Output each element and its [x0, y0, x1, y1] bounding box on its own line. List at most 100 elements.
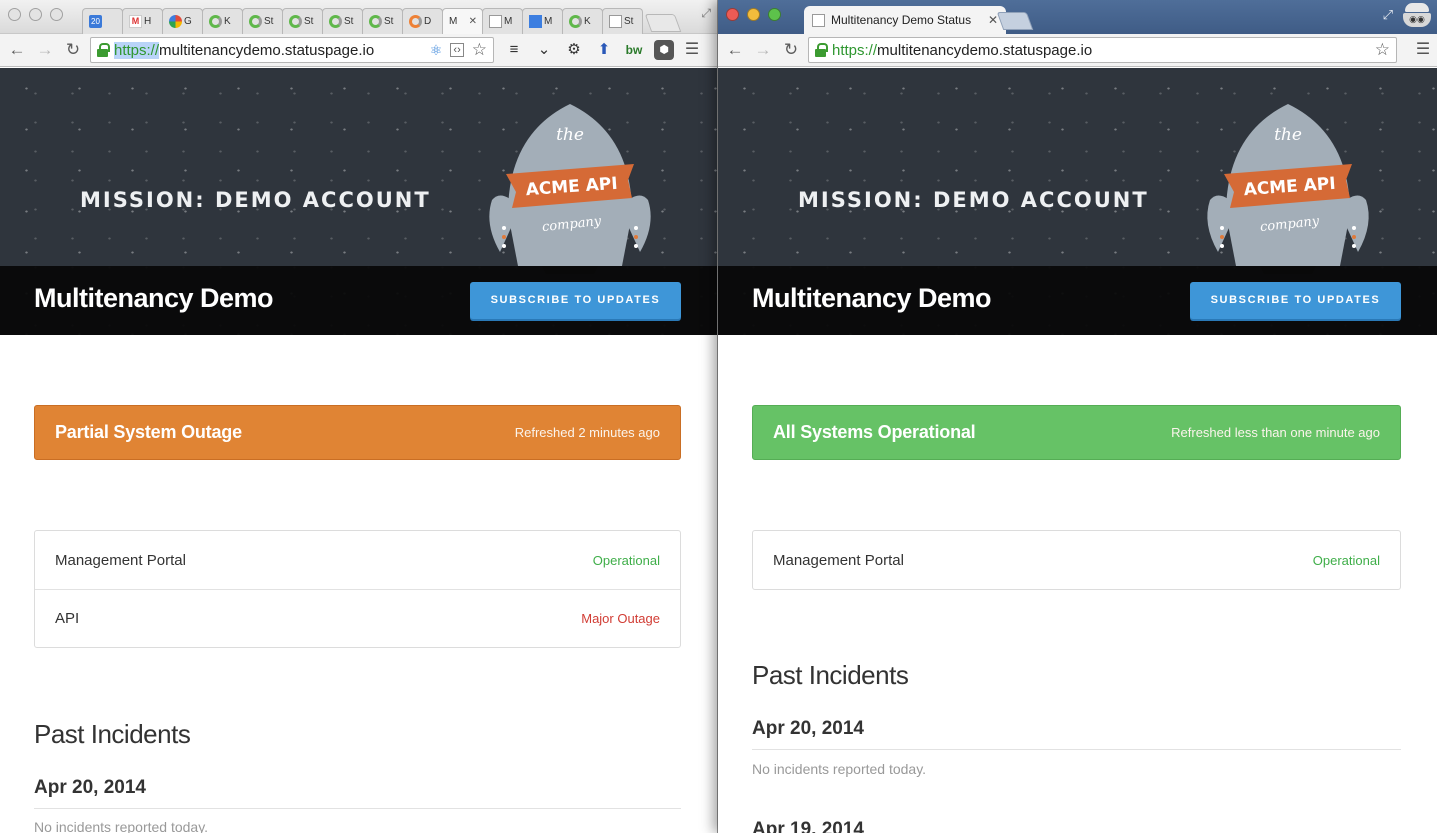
google-icon	[169, 15, 182, 28]
chrome-menu-icon[interactable]: ☰	[682, 40, 702, 60]
buffer-icon[interactable]: ≡	[504, 40, 524, 60]
lastpass-icon[interactable]: ⬆	[594, 40, 614, 60]
statuspage-icon	[249, 15, 262, 28]
fullscreen-icon[interactable]: ⤢	[1383, 7, 1393, 23]
close-window-button[interactable]	[726, 8, 739, 21]
pocket-icon[interactable]: ⌄	[534, 40, 554, 60]
component-status: Operational	[1312, 552, 1380, 568]
tab-label: G	[184, 16, 192, 27]
statuspage-icon	[289, 15, 302, 28]
tab-gmail[interactable]: MH	[122, 8, 163, 34]
back-button[interactable]: ←	[724, 39, 746, 61]
tab-active[interactable]: Multitenancy Demo Status ✕	[804, 6, 1006, 34]
page-title: Multitenancy Demo	[752, 283, 992, 313]
reload-button[interactable]: ↻	[780, 39, 802, 61]
left-browser-window: 20 MH G K St St St St D M ✕ M M K St ⤢ ← …	[0, 0, 718, 833]
new-tab-button[interactable]	[996, 12, 1034, 30]
tab-document[interactable]: M	[482, 8, 523, 34]
window-controls	[8, 8, 63, 21]
refreshed-timestamp: Refreshed 2 minutes ago	[514, 425, 660, 440]
window-controls	[726, 8, 781, 21]
gear-icon[interactable]: ⚙	[564, 40, 584, 60]
tab-list: 20 MH G K St St St St D M ✕ M M K St	[82, 8, 682, 34]
tab-label: M	[449, 16, 458, 27]
statuspage-icon	[329, 15, 342, 28]
close-window-button[interactable]	[8, 8, 21, 21]
hexagon-icon[interactable]: ⬢	[654, 40, 674, 60]
address-bar[interactable]: https://multitenancydemo.statuspage.io ☆	[808, 37, 1397, 63]
past-incidents-heading: Past Incidents	[34, 719, 191, 749]
component-row: API Major Outage	[35, 589, 680, 647]
page-title-bar: Multitenancy Demo SUBSCRIBE TO UPDATES	[718, 266, 1437, 335]
zoom-window-button[interactable]	[50, 8, 63, 21]
tab-statuspage[interactable]: K	[562, 8, 603, 34]
tab-google-docs[interactable]: M	[522, 8, 563, 34]
close-tab-icon[interactable]: ✕	[988, 13, 998, 27]
tab-label: St	[344, 16, 354, 27]
browser-toolbar: ← → ↻ https://multitenancydemo.statuspag…	[718, 34, 1437, 67]
component-row: Management Portal Operational	[753, 531, 1400, 589]
page-action-icon[interactable]: ‹›	[450, 43, 464, 57]
status-page: MISSION: DEMO ACCOUNT the ACME API compa…	[0, 68, 717, 833]
tab-statuspage[interactable]: K	[202, 8, 243, 34]
tab-statuspage[interactable]: St	[242, 8, 283, 34]
component-name: Management Portal	[773, 551, 904, 569]
forward-button[interactable]: →	[34, 39, 56, 61]
back-button[interactable]: ←	[6, 39, 28, 61]
document-icon	[489, 15, 502, 28]
tab-statuspage[interactable]: St	[282, 8, 323, 34]
url-host: multitenancydemo.statuspage.io	[159, 41, 375, 59]
document-icon	[609, 15, 622, 28]
tab-label: K	[584, 16, 591, 27]
past-incidents-heading: Past Incidents	[752, 660, 909, 690]
tab-label: St	[264, 16, 274, 27]
incognito-icon: ◉◉	[1403, 3, 1431, 27]
component-status: Major Outage	[581, 611, 660, 626]
forward-button[interactable]: →	[752, 39, 774, 61]
component-row: Management Portal Operational	[35, 531, 680, 589]
minimize-window-button[interactable]	[29, 8, 42, 21]
new-tab-button[interactable]	[644, 14, 682, 32]
tab-statuspage[interactable]: St	[362, 8, 403, 34]
tab-label: M	[504, 16, 513, 27]
tab-title: Multitenancy Demo Status	[831, 13, 972, 27]
chrome-menu-icon[interactable]: ☰	[1413, 40, 1433, 60]
statuspage-icon	[209, 15, 222, 28]
tab-google[interactable]: G	[162, 8, 203, 34]
component-status: Operational	[592, 552, 660, 568]
acme-rocket-logo: the ACME API company	[489, 104, 651, 274]
incident-day-message: No incidents reported today.	[34, 819, 209, 833]
components-list: Management Portal Operational	[752, 530, 1401, 590]
close-tab-icon[interactable]: ✕	[469, 16, 477, 27]
minimize-window-button[interactable]	[747, 8, 760, 21]
tab-statuspage[interactable]: St	[322, 8, 363, 34]
fullscreen-icon[interactable]: ⤢	[701, 6, 711, 21]
lock-icon	[815, 43, 828, 57]
tab-label: M	[544, 16, 553, 27]
google-docs-icon	[529, 15, 542, 28]
page-title: Multitenancy Demo	[34, 283, 274, 313]
component-name: API	[55, 610, 80, 627]
bookmark-star-icon[interactable]: ☆	[472, 40, 487, 60]
zoom-window-button[interactable]	[768, 8, 781, 21]
subscribe-button[interactable]: SUBSCRIBE TO UPDATES	[1190, 282, 1401, 319]
tab-document[interactable]: St	[602, 8, 643, 34]
overall-status-text: Partial System Outage	[55, 422, 242, 442]
subscribe-button[interactable]: SUBSCRIBE TO UPDATES	[470, 282, 681, 319]
status-page: MISSION: DEMO ACCOUNT the ACME API compa…	[718, 68, 1437, 833]
components-list: Management Portal Operational API Major …	[34, 530, 681, 648]
browser-toolbar: ← → ↻ https://multitenancydemo.statuspag…	[0, 34, 717, 67]
hero-tagline: MISSION: DEMO ACCOUNT	[798, 188, 1149, 212]
right-browser-window: Multitenancy Demo Status ✕ ⤢ ◉◉ ← → ↻ ht…	[718, 0, 1437, 833]
tab-statuspage-orange[interactable]: D	[402, 8, 443, 34]
tab-calendar[interactable]: 20	[82, 8, 123, 34]
tab-label: H	[144, 16, 152, 27]
incident-day-message: No incidents reported today.	[752, 761, 927, 777]
translate-icon[interactable]: ⚛	[430, 42, 443, 59]
bw-extension-icon[interactable]: bw	[624, 40, 644, 60]
reload-button[interactable]: ↻	[62, 39, 84, 61]
tab-active[interactable]: M ✕	[442, 8, 483, 34]
bookmark-star-icon[interactable]: ☆	[1375, 40, 1390, 60]
url-host: multitenancydemo.statuspage.io	[877, 41, 1093, 59]
address-bar[interactable]: https://multitenancydemo.statuspage.io ⚛…	[90, 37, 494, 63]
